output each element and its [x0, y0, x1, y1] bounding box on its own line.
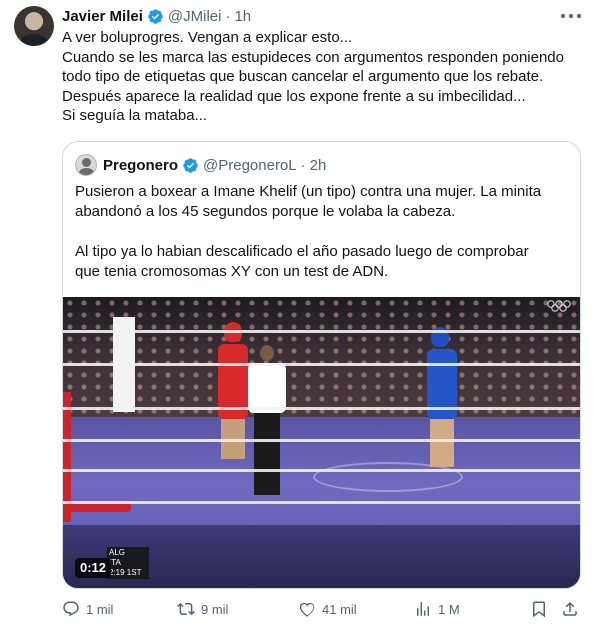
- tweet-line: Si seguía la mataba...: [62, 107, 208, 125]
- tweet-time[interactable]: 1h: [234, 8, 251, 25]
- action-bar: 1 mil 9 mil 41 mil 1 M: [62, 598, 582, 620]
- tweet-line: A ver boluprogres. Vengan a explicar est…: [62, 29, 353, 46]
- tweet-line: todo tipo de etiquetas que buscan cancel…: [62, 68, 544, 86]
- quote-avatar: [75, 154, 97, 176]
- more-icon[interactable]: [561, 8, 581, 24]
- repost-icon: [177, 602, 195, 616]
- ring-rope: [63, 407, 580, 410]
- repost-count: 9 mil: [201, 601, 229, 617]
- author-name[interactable]: Javier Milei: [62, 8, 143, 25]
- video-scorebug: ALG ITA 2:19 1ST: [107, 547, 149, 579]
- bookmark-icon: [533, 601, 545, 618]
- separator-dot: ·: [300, 156, 306, 174]
- verified-badge-icon: [148, 8, 163, 24]
- ring-rope: [63, 501, 580, 504]
- blue-boxer: [423, 327, 459, 467]
- bookmark-button[interactable]: [530, 598, 548, 620]
- tweet-line: Cuando se les marca las estupideces con …: [62, 48, 564, 66]
- like-icon: [299, 602, 315, 618]
- video-timestamp: 0:12: [75, 558, 112, 578]
- views-count: 1 M: [438, 601, 460, 617]
- olympic-rings-icon: [547, 300, 571, 312]
- quote-line: que tenia cromosomas XY con un test de A…: [75, 263, 389, 280]
- reply-button[interactable]: 1 mil: [62, 598, 113, 620]
- views-button[interactable]: 1 M: [414, 598, 460, 620]
- referee: [248, 345, 286, 495]
- quote-line: [75, 222, 570, 242]
- share-button[interactable]: [561, 598, 579, 620]
- quote-author-name: Pregonero: [103, 156, 179, 174]
- reply-count: 1 mil: [86, 601, 114, 617]
- video-player[interactable]: ALG ITA 2:19 1ST 0:12: [63, 297, 580, 588]
- ring-rope: [63, 363, 580, 366]
- quote-time: 2h: [309, 156, 327, 174]
- ring-rope: [63, 469, 580, 472]
- scorebug-team: ALG: [109, 548, 126, 557]
- ring-rope: [63, 330, 580, 333]
- video-crowd: [63, 297, 580, 417]
- author-avatar[interactable]: [14, 6, 54, 46]
- tweet-line: Después aparece la realidad que los expo…: [62, 87, 526, 105]
- quote-line: Pusieron a boxear a Imane Khelif (un tip…: [75, 183, 542, 200]
- quote-header: Pregonero @PregoneroL · 2h: [75, 154, 326, 176]
- tweet-header: Javier Milei @JMilei · 1h: [62, 6, 251, 26]
- separator-dot: ·: [225, 7, 231, 25]
- quote-author-handle: @PregoneroL: [203, 156, 297, 174]
- tweet-text: A ver boluprogres. Vengan a explicar est…: [62, 28, 582, 126]
- views-icon: [417, 602, 429, 616]
- ring-rope: [63, 439, 580, 442]
- like-count: 41 mil: [322, 601, 357, 617]
- reply-icon: [63, 601, 79, 617]
- quote-line: Al tipo ya lo habian descalificado el añ…: [75, 243, 529, 260]
- share-icon: [563, 601, 577, 616]
- quoted-tweet[interactable]: Pregonero @PregoneroL · 2h Pusieron a bo…: [62, 141, 581, 589]
- scorebug-team: ITA: [109, 558, 121, 567]
- like-button[interactable]: 41 mil: [298, 598, 357, 620]
- author-handle[interactable]: @JMilei: [168, 8, 222, 25]
- repost-button[interactable]: 9 mil: [177, 598, 228, 620]
- quote-text: Pusieron a boxear a Imane Khelif (un tip…: [75, 182, 570, 282]
- quote-line: abandonó a los 45 segundos porque le vol…: [75, 203, 456, 220]
- verified-badge-icon: [183, 157, 198, 173]
- scorebug-round: 2:19 1ST: [109, 568, 142, 577]
